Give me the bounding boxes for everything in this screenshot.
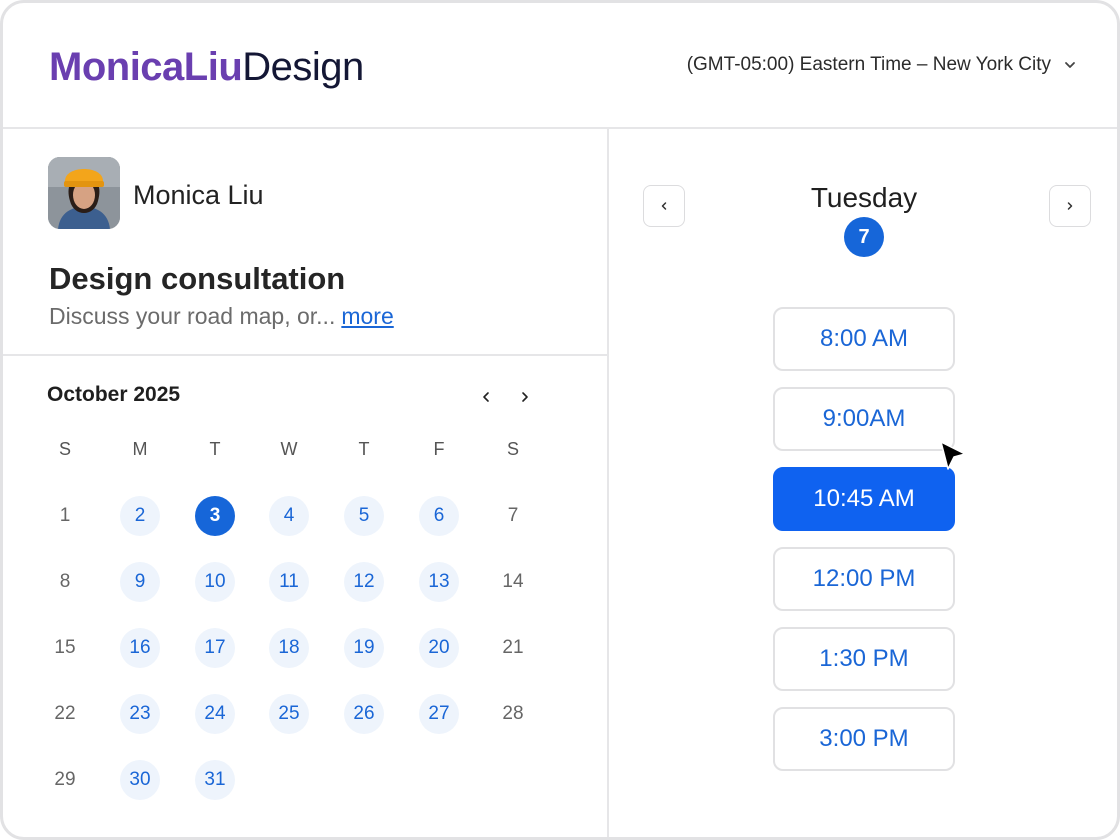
calendar-day: 1 (59, 505, 71, 526)
selected-day-number: 7 (844, 217, 884, 257)
calendar-day: 15 (54, 637, 76, 658)
calendar-day[interactable]: 18 (269, 628, 309, 668)
weekday-header: F (433, 438, 445, 459)
header: MonicaLiuDesign (GMT-05:00) Eastern Time… (3, 3, 1117, 129)
calendar-day: 22 (54, 703, 76, 724)
calendar-day: 21 (502, 637, 524, 658)
prev-day-button[interactable] (643, 185, 685, 227)
mouse-pointer-icon (940, 441, 966, 470)
calendar-day[interactable]: 24 (195, 694, 235, 734)
time-slot[interactable]: 8:00 AM (773, 307, 955, 371)
weekday-header: S (58, 438, 71, 459)
calendar-day[interactable]: 30 (120, 760, 160, 800)
brand-logo: MonicaLiuDesign (49, 43, 364, 91)
calendar-day[interactable]: 5 (344, 496, 384, 536)
chevron-left-icon (661, 202, 667, 210)
calendar-day[interactable]: 4 (269, 496, 309, 536)
chevron-right-icon (522, 392, 528, 402)
calendar-day[interactable]: 26 (344, 694, 384, 734)
month-label: October 2025 (47, 383, 181, 406)
brand-name-part1: MonicaLiu (49, 45, 243, 89)
avatar (48, 157, 120, 229)
timezone-select[interactable]: (GMT-05:00) Eastern Time – New York City (687, 53, 1077, 77)
booking-window: MonicaLiuDesign (GMT-05:00) Eastern Time… (0, 0, 1120, 840)
calendar-day[interactable]: 13 (419, 562, 459, 602)
calendar-day[interactable]: 31 (195, 760, 235, 800)
time-slot[interactable]: 3:00 PM (773, 707, 955, 771)
timezone-label: (GMT-05:00) Eastern Time – New York City (686, 54, 1051, 75)
weekday-header: T (209, 438, 221, 459)
calendar-day[interactable]: 25 (269, 694, 309, 734)
weekday-header: M (132, 438, 148, 459)
chevron-left-icon (483, 392, 489, 402)
event-description-text: Discuss your road map, or... (49, 303, 336, 329)
event-description: Discuss your road map, or... more (49, 302, 394, 330)
time-slot[interactable]: 12:00 PM (773, 547, 955, 611)
calendar-day[interactable]: 2 (120, 496, 160, 536)
calendar-day[interactable]: 10 (195, 562, 235, 602)
more-link[interactable]: more (341, 303, 393, 329)
calendar-day: 28 (502, 703, 524, 724)
calendar-day[interactable]: 16 (120, 628, 160, 668)
calendar-day: 8 (59, 571, 71, 592)
event-title: Design consultation (49, 261, 346, 296)
host-name: Monica Liu (133, 180, 264, 210)
calendar-day[interactable]: 11 (269, 562, 309, 602)
left-panel: Monica Liu Design consultation Discuss y… (3, 129, 609, 837)
time-slot-panel: Tuesday 7 8:00 AM 9:00AM 10:45 AM 12:00 PM 1… (611, 129, 1117, 837)
calendar-day[interactable]: 12 (344, 562, 384, 602)
time-slot-selected[interactable]: 10:45 AM (773, 467, 955, 531)
calendar-day-selected[interactable]: 3 (195, 496, 235, 536)
time-slot[interactable]: 9:00AM (773, 387, 955, 451)
chevron-right-icon (1067, 202, 1073, 210)
calendar-day[interactable]: 9 (120, 562, 160, 602)
calendar-day[interactable]: 23 (120, 694, 160, 734)
calendar-day[interactable]: 27 (419, 694, 459, 734)
calendar-day[interactable]: 6 (419, 496, 459, 536)
next-day-button[interactable] (1049, 185, 1091, 227)
calendar-day[interactable]: 20 (419, 628, 459, 668)
time-slot[interactable]: 1:30 PM (773, 627, 955, 691)
calendar-day[interactable]: 17 (195, 628, 235, 668)
calendar-day: 29 (54, 769, 76, 790)
calendar-day: 7 (507, 505, 519, 526)
brand-name-part2: Design (242, 45, 364, 89)
weekday-header: S (506, 438, 519, 459)
weekday-header: W (280, 438, 298, 459)
calendar-day: 14 (502, 571, 524, 592)
divider (3, 354, 609, 356)
chevron-down-icon (1065, 62, 1075, 68)
avatar-photo (48, 157, 120, 229)
selected-weekday: Tuesday (810, 182, 918, 213)
prev-month-button[interactable] (474, 385, 498, 409)
next-month-button[interactable] (513, 385, 537, 409)
calendar-day[interactable]: 19 (344, 628, 384, 668)
weekday-header: T (358, 438, 370, 459)
